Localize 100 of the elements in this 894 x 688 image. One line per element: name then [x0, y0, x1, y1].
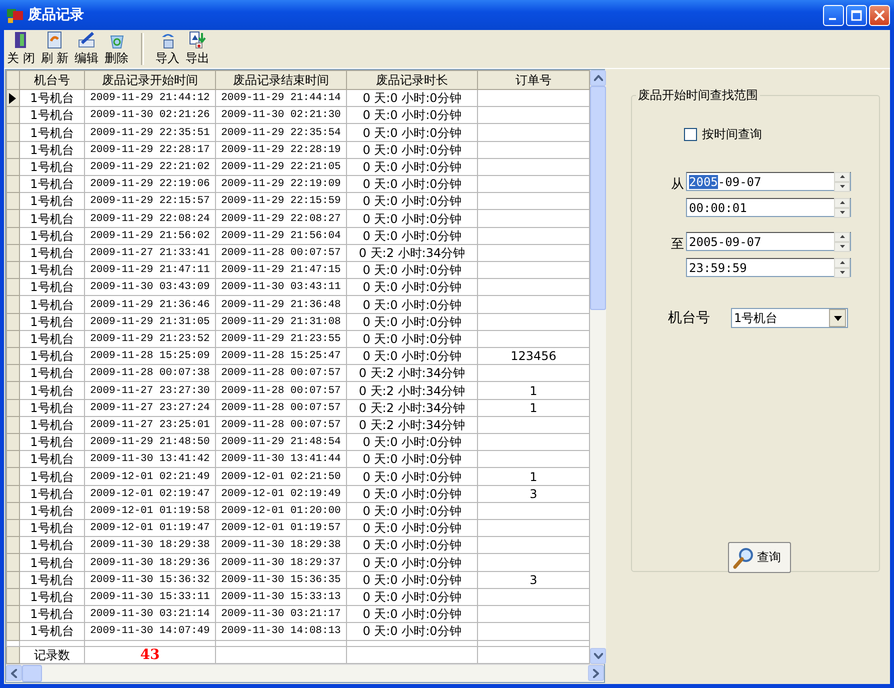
table-cell: 0 天:0 小时:0分钟 — [362, 556, 462, 570]
row-header[interactable] — [6, 90, 20, 107]
spin-down-button[interactable] — [834, 268, 850, 278]
toolbar-button[interactable]: 导出 — [184, 31, 212, 67]
minimize-icon — [828, 18, 836, 20]
column-header[interactable]: 机台号 — [20, 70, 84, 90]
close-icon — [874, 10, 885, 20]
table-cell: 2009-11-29 22:15:59 — [221, 195, 341, 208]
table-cell: 1号机台 — [30, 298, 74, 312]
date-field[interactable]: 2005-09-07 — [686, 172, 851, 191]
table-cell: 1号机台 — [30, 194, 74, 208]
table-cell: 1号机台 — [30, 486, 74, 501]
scroll-up-icon — [594, 75, 602, 81]
checkbox[interactable] — [684, 128, 697, 141]
table-cell: 0 天:0 小时:0分钟 — [362, 194, 462, 208]
table-cell: 0 天:0 小时:0分钟 — [362, 521, 462, 536]
table-cell: 2009-11-27 23:25:01 — [90, 418, 210, 431]
up-arrow-icon — [840, 235, 844, 238]
scroll-thumb[interactable] — [590, 86, 606, 310]
window-title: 废品记录 — [28, 6, 84, 24]
table-cell: 0 天:2 小时:34分钟 — [358, 246, 466, 260]
refresh-icon — [46, 31, 64, 49]
spin-down-button[interactable] — [834, 182, 850, 192]
spin-up-button[interactable] — [834, 172, 850, 182]
table-cell: 1号机台 — [30, 384, 74, 398]
table-cell: 0 天:0 小时:0分钟 — [362, 435, 462, 450]
spin-up-button[interactable] — [834, 258, 850, 268]
horizontal-scrollbar[interactable] — [6, 664, 604, 682]
table-cell: 1号机台 — [30, 572, 74, 587]
scroll-thumb[interactable] — [22, 665, 42, 682]
column-header[interactable]: 废品记录时长 — [346, 70, 478, 90]
toolbar-button[interactable]: 刷 新 — [38, 31, 71, 67]
spin-down-button[interactable] — [834, 208, 850, 218]
toolbar-button[interactable]: 导入 — [154, 31, 182, 67]
group-title: 废品开始时间查找范围 — [637, 87, 759, 104]
vertical-scrollbar[interactable] — [590, 70, 606, 664]
table-cell: 2009-12-01 02:19:49 — [221, 488, 341, 500]
table-cell: 0 天:2 小时:34分钟 — [358, 366, 466, 380]
table-cell: 0 天:2 小时:34分钟 — [358, 400, 466, 415]
table-cell: 2009-11-29 21:36:46 — [90, 298, 210, 311]
spin-up-button[interactable] — [834, 232, 850, 242]
table-cell: 2009-11-30 13:41:44 — [221, 453, 341, 466]
table-cell: 0 天:0 小时:0分钟 — [362, 177, 462, 192]
record-count-label: 记录数 — [34, 648, 70, 662]
table-cell: 0 天:0 小时:0分钟 — [362, 91, 462, 106]
toolbar-button[interactable]: 删除 — [102, 31, 131, 67]
table-cell: 0 天:0 小时:0分钟 — [362, 572, 462, 587]
table-cell: 1号机台 — [30, 212, 74, 226]
table-cell: 2009-11-29 22:28:19 — [221, 144, 341, 156]
table-cell: 2009-11-29 21:47:11 — [90, 264, 210, 276]
table-cell: 0 天:0 小时:0分钟 — [362, 298, 462, 312]
table-cell: 2009-11-30 03:21:17 — [221, 608, 341, 620]
table-cell: 1号机台 — [30, 246, 74, 260]
date-field[interactable]: 2005-09-07 — [686, 232, 851, 251]
maximize-button[interactable] — [846, 4, 867, 26]
table-cell: 2009-11-30 15:33:13 — [221, 590, 341, 603]
checkbox-label: 按时间查询 — [702, 126, 762, 143]
table-cell: 1号机台 — [30, 607, 74, 622]
time-field[interactable]: 00:00:01 — [686, 198, 851, 217]
close-button[interactable] — [869, 4, 890, 26]
query-button[interactable]: 查询 — [728, 542, 791, 573]
table-cell: 2009-11-29 21:47:15 — [221, 264, 341, 276]
column-header[interactable]: 废品记录开始时间 — [84, 70, 216, 90]
time-field[interactable]: 23:59:59 — [686, 258, 851, 277]
spin-down-button[interactable] — [834, 242, 850, 252]
table-cell: 1号机台 — [30, 400, 74, 415]
machine-dropdown[interactable]: 1号机台 — [731, 308, 848, 328]
table-cell: 0 天:0 小时:0分钟 — [362, 212, 462, 226]
table-cell: 2009-11-28 00:07:57 — [221, 367, 341, 380]
table-cell: 2009-11-29 21:44:14 — [221, 92, 341, 104]
table-cell: 2009-12-01 02:21:50 — [221, 470, 341, 483]
table-cell: 2009-11-30 14:07:49 — [90, 625, 210, 638]
table-cell: 2009-11-28 15:25:47 — [221, 350, 341, 362]
table-cell: 2009-11-29 22:19:09 — [221, 178, 341, 190]
table-cell: 2009-11-27 21:33:41 — [90, 246, 210, 259]
table-cell: 2009-11-28 00:07:38 — [90, 367, 210, 380]
table-cell: 0 天:2 小时:34分钟 — [358, 418, 466, 432]
toolbar-button[interactable]: 关 闭 — [5, 31, 37, 67]
column-header[interactable]: 废品记录结束时间 — [216, 70, 346, 90]
toolbar-button[interactable]: 编辑 — [72, 31, 101, 67]
table-cell: 2009-12-01 02:21:49 — [90, 470, 210, 483]
column-header[interactable]: 订单号 — [478, 70, 590, 90]
table-cell: 1号机台 — [30, 280, 74, 294]
table-cell: 1号机台 — [30, 108, 74, 122]
table-cell: 1号机台 — [30, 332, 74, 346]
table-cell: 0 天:0 小时:0分钟 — [362, 590, 462, 604]
table-cell: 2009-12-01 02:19:47 — [90, 488, 210, 500]
table-cell: 1号机台 — [30, 160, 74, 174]
table-cell: 2009-11-30 18:29:38 — [90, 539, 210, 552]
table-cell: 2009-11-29 22:28:17 — [90, 144, 210, 156]
table-cell: 3 — [530, 486, 538, 501]
table-cell: 0 天:0 小时:0分钟 — [362, 108, 462, 122]
table-cell: 1号机台 — [30, 521, 74, 536]
table-cell: 2009-12-01 01:20:00 — [221, 504, 341, 517]
minimize-button[interactable] — [823, 4, 844, 26]
spin-up-button[interactable] — [834, 198, 850, 208]
table-cell: 3 — [530, 572, 538, 587]
table-cell: 1号机台 — [30, 228, 74, 243]
table-cell: 2009-11-29 21:31:08 — [221, 316, 341, 328]
table-cell: 2009-12-01 01:19:57 — [221, 522, 341, 534]
